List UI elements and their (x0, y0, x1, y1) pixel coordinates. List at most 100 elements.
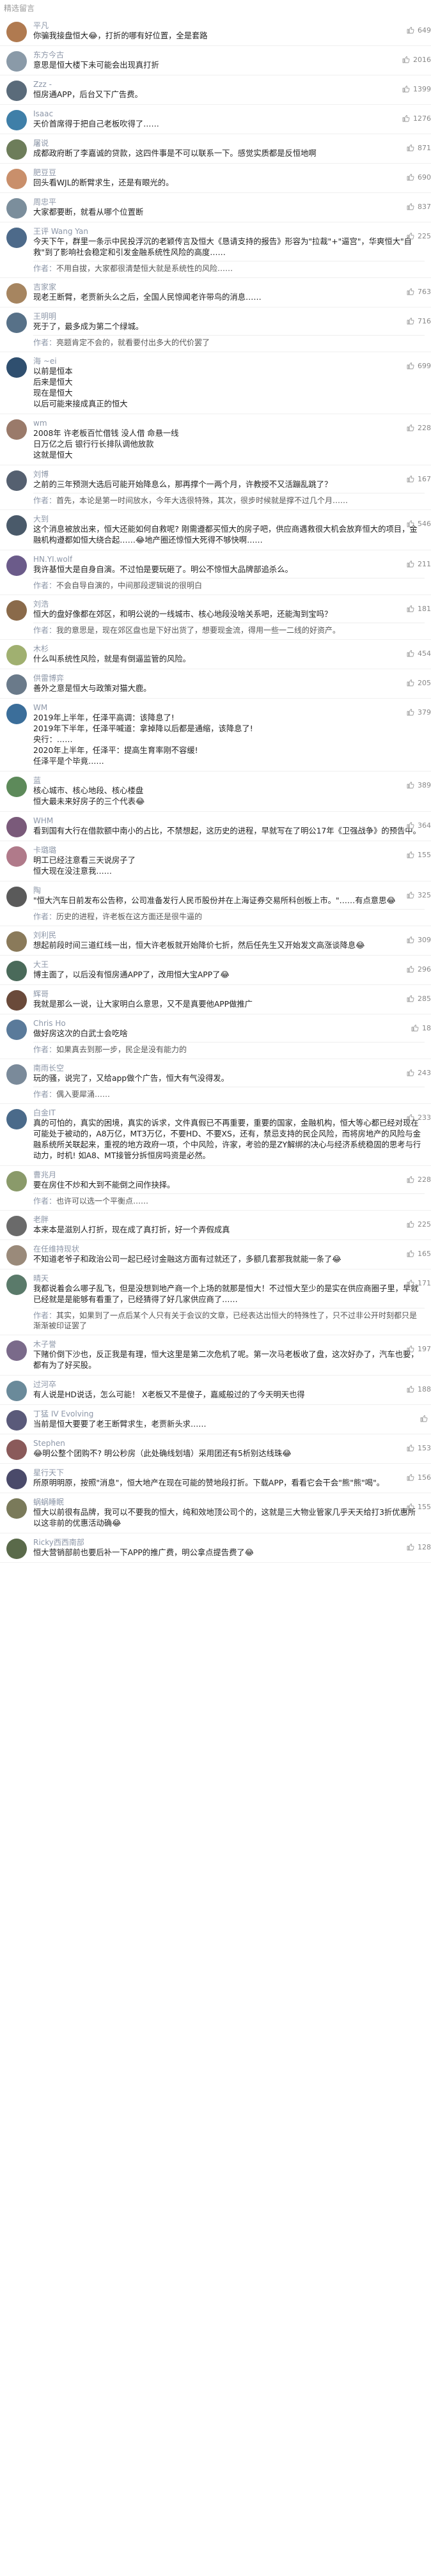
like-button[interactable]: 546 (407, 519, 431, 529)
like-button[interactable]: 309 (407, 935, 431, 945)
comment-username[interactable]: 陶 (33, 885, 41, 896)
like-button[interactable]: 156 (407, 1473, 431, 1483)
like-button[interactable] (420, 1414, 431, 1424)
like-button[interactable]: 225 (407, 1220, 431, 1230)
avatar[interactable] (6, 81, 27, 101)
comment-username[interactable]: 丁猛 IV Evolving (33, 1409, 93, 1419)
comment-username[interactable]: 屠说 (33, 138, 49, 148)
avatar[interactable] (6, 1109, 27, 1129)
avatar[interactable] (6, 990, 27, 1011)
comment-username[interactable]: WM (33, 702, 47, 713)
avatar[interactable] (6, 1410, 27, 1431)
comment-username[interactable]: WHM (33, 816, 53, 826)
like-button[interactable]: 197 (407, 1344, 431, 1354)
like-button[interactable]: 188 (407, 1385, 431, 1395)
avatar[interactable] (6, 1539, 27, 1559)
like-button[interactable]: 205 (407, 678, 431, 688)
avatar[interactable] (6, 817, 27, 837)
like-button[interactable]: 690 (407, 173, 431, 183)
avatar[interactable] (6, 313, 27, 333)
avatar[interactable] (6, 846, 27, 867)
comment-username[interactable]: 南雨长空 (33, 1063, 64, 1073)
like-button[interactable]: 153 (407, 1443, 431, 1454)
like-button[interactable]: 2016 (402, 55, 431, 65)
avatar[interactable] (6, 1171, 27, 1191)
like-button[interactable]: 233 (407, 1113, 431, 1123)
avatar[interactable] (6, 1216, 27, 1236)
like-button[interactable]: 649 (407, 26, 431, 36)
avatar[interactable] (6, 169, 27, 189)
avatar[interactable] (6, 228, 27, 248)
comment-username[interactable]: 蜗蜗睡眠 (33, 1497, 64, 1507)
comment-username[interactable]: 平凡 (33, 20, 49, 31)
like-button[interactable]: 228 (407, 423, 431, 433)
avatar[interactable] (6, 51, 27, 72)
avatar[interactable] (6, 1340, 27, 1361)
like-button[interactable]: 225 (407, 231, 431, 242)
comment-username[interactable]: 肥豆豆 (33, 167, 56, 178)
avatar[interactable] (6, 515, 27, 536)
comment-username[interactable]: 大王 (33, 959, 49, 970)
comment-username[interactable]: 刘博 (33, 469, 49, 479)
like-button[interactable]: 18 (411, 1023, 431, 1034)
avatar[interactable] (6, 555, 27, 576)
avatar[interactable] (6, 645, 27, 665)
comment-username[interactable]: 大到 (33, 514, 49, 524)
avatar[interactable] (6, 110, 27, 130)
comment-username[interactable]: Ricky西西南部 (33, 1537, 84, 1548)
comment-username[interactable]: 曹兆月 (33, 1170, 56, 1180)
like-button[interactable]: 243 (407, 1068, 431, 1078)
comment-username[interactable]: 海 ~ei (33, 356, 57, 366)
like-button[interactable]: 1276 (402, 114, 431, 124)
like-button[interactable]: 211 (407, 559, 431, 570)
comment-username[interactable]: 王明明 (33, 311, 56, 322)
comment-username[interactable]: Chris Ho (33, 1018, 66, 1028)
comment-username[interactable]: 辉哥 (33, 989, 49, 999)
like-button[interactable]: 763 (407, 287, 431, 297)
like-button[interactable]: 285 (407, 994, 431, 1004)
avatar[interactable] (6, 198, 27, 219)
comment-username[interactable]: 晴天 (33, 1273, 49, 1284)
like-button[interactable]: 155 (407, 1502, 431, 1512)
comment-username[interactable]: HN.YI.wolf (33, 554, 72, 564)
comment-username[interactable]: 东方今古 (33, 50, 64, 60)
avatar[interactable] (6, 887, 27, 907)
avatar[interactable] (6, 1439, 27, 1460)
avatar[interactable] (6, 931, 27, 952)
avatar[interactable] (6, 283, 27, 304)
avatar[interactable] (6, 470, 27, 491)
like-button[interactable]: 379 (407, 708, 431, 718)
avatar[interactable] (6, 139, 27, 160)
avatar[interactable] (6, 777, 27, 797)
avatar[interactable] (6, 1469, 27, 1489)
avatar[interactable] (6, 357, 27, 378)
like-button[interactable]: 716 (407, 316, 431, 327)
like-button[interactable]: 871 (407, 143, 431, 153)
like-button[interactable]: 837 (407, 202, 431, 212)
comment-username[interactable]: 卡璐璐 (33, 845, 56, 855)
avatar[interactable] (6, 961, 27, 981)
avatar[interactable] (6, 600, 27, 621)
avatar[interactable] (6, 22, 27, 42)
comment-username[interactable]: 周忠平 (33, 197, 56, 207)
avatar[interactable] (6, 419, 27, 440)
comment-username[interactable]: Isaac (33, 109, 53, 119)
comment-username[interactable]: 王评 Wang Yan (33, 226, 88, 237)
comment-username[interactable]: 蓝 (33, 775, 41, 786)
avatar[interactable] (6, 1245, 27, 1266)
like-button[interactable]: 1399 (402, 84, 431, 95)
like-button[interactable]: 296 (407, 965, 431, 975)
like-button[interactable]: 165 (407, 1249, 431, 1259)
comment-username[interactable]: 在任维持现状 (33, 1244, 79, 1254)
like-button[interactable]: 699 (407, 361, 431, 371)
like-button[interactable]: 389 (407, 780, 431, 791)
avatar[interactable] (6, 1498, 27, 1519)
avatar[interactable] (6, 1381, 27, 1401)
like-button[interactable]: 325 (407, 890, 431, 901)
avatar[interactable] (6, 1020, 27, 1040)
like-button[interactable]: 167 (407, 474, 431, 485)
like-button[interactable]: 155 (407, 850, 431, 860)
like-button[interactable]: 128 (407, 1542, 431, 1553)
avatar[interactable] (6, 674, 27, 695)
avatar[interactable] (6, 704, 27, 724)
